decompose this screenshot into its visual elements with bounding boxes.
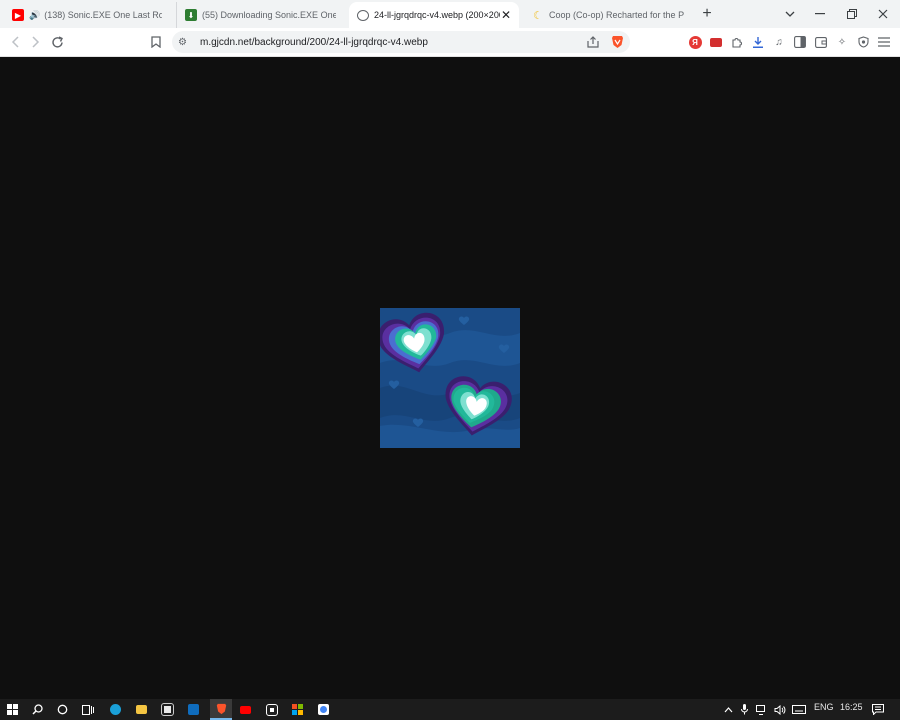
roblox-icon[interactable] <box>263 701 280 718</box>
microsoft-apps-icon[interactable] <box>289 701 306 718</box>
input-language[interactable]: ENG <box>814 702 834 712</box>
volume-icon[interactable] <box>771 701 788 718</box>
media-extension-icon[interactable] <box>709 35 723 49</box>
tab-strip: ▶ 🔊 (138) Sonic.EXE One Last Round | ⬇ (… <box>0 0 900 28</box>
brave-shields-icon[interactable] <box>608 33 626 51</box>
brave-taskbar-icon[interactable] <box>210 699 232 720</box>
tab-search-chevron-icon[interactable] <box>780 4 800 24</box>
browser-toolbar: ⚙ m.gjcdn.net/background/200/24-ll-jgrqd… <box>0 28 900 57</box>
tab-youtube-sonic[interactable]: ▶ 🔊 (138) Sonic.EXE One Last Round | <box>4 2 170 28</box>
store-icon[interactable] <box>159 701 176 718</box>
task-view-icon[interactable] <box>79 701 96 718</box>
bookmark-icon[interactable] <box>147 33 165 51</box>
youtube-icon: ▶ <box>12 9 24 21</box>
yandex-extension-icon[interactable]: Я <box>688 35 702 49</box>
close-tab-icon[interactable]: ✕ <box>501 8 511 22</box>
sidebar-icon[interactable] <box>793 35 807 49</box>
minimize-button[interactable] <box>810 4 830 24</box>
forward-button[interactable] <box>27 33 45 51</box>
leo-ai-icon[interactable]: ✧ <box>835 35 849 49</box>
gamebanana-icon: ⬇ <box>185 9 197 21</box>
youtube-taskbar-icon[interactable] <box>237 701 254 718</box>
globe-icon <box>357 9 369 21</box>
address-bar[interactable]: ⚙ m.gjcdn.net/background/200/24-ll-jgrqd… <box>172 31 630 53</box>
tab-active-webp[interactable]: 24-ll-jgrqdrqc-v4.webp (200×200 ✕ <box>349 2 519 28</box>
image-viewer <box>0 57 900 699</box>
keyboard-icon[interactable] <box>790 701 807 718</box>
restore-button[interactable] <box>842 4 862 24</box>
audio-playing-icon[interactable]: 🔊 <box>29 10 40 21</box>
edge-icon[interactable] <box>107 701 124 718</box>
search-icon[interactable] <box>29 701 46 718</box>
google-chrome-icon[interactable] <box>315 701 332 718</box>
webp-image <box>380 308 520 448</box>
share-icon[interactable] <box>584 33 602 51</box>
tab-title: 24-ll-jgrqdrqc-v4.webp (200×200 <box>374 10 500 20</box>
file-explorer-icon[interactable] <box>133 701 150 718</box>
show-hidden-icons-chevron-icon[interactable] <box>720 701 737 718</box>
tab-title: (138) Sonic.EXE One Last Round | <box>44 10 162 20</box>
music-note-icon[interactable]: ♫ <box>772 35 786 49</box>
notifications-icon[interactable] <box>869 701 886 718</box>
main-menu-icon[interactable] <box>877 35 891 49</box>
extensions-puzzle-icon[interactable] <box>730 35 744 49</box>
tab-coop-recharted[interactable]: ☾ Coop (Co-op) Recharted for the Psyc <box>524 2 692 28</box>
close-window-button[interactable] <box>873 4 893 24</box>
reload-button[interactable] <box>48 33 66 51</box>
network-icon[interactable] <box>753 701 770 718</box>
wallet-icon[interactable] <box>814 35 828 49</box>
downloads-icon[interactable] <box>751 35 765 49</box>
tab-title: (55) Downloading Sonic.EXE One Las <box>202 10 336 20</box>
outlook-icon[interactable] <box>185 701 202 718</box>
tab-gamebanana-download[interactable]: ⬇ (55) Downloading Sonic.EXE One Las <box>176 2 344 28</box>
banana-icon: ☾ <box>533 9 543 22</box>
back-button[interactable] <box>6 33 24 51</box>
clock[interactable]: 16:25 <box>840 702 863 712</box>
cortana-icon[interactable] <box>54 701 71 718</box>
tab-title: Coop (Co-op) Recharted for the Psyc <box>549 10 684 20</box>
site-settings-icon[interactable]: ⚙ <box>178 37 194 48</box>
new-tab-button[interactable]: + <box>698 5 716 23</box>
windows-taskbar: ENG 16:25 <box>0 699 900 720</box>
address-url: m.gjcdn.net/background/200/24-ll-jgrqdrq… <box>200 36 428 48</box>
windows-start-icon[interactable] <box>4 701 21 718</box>
microphone-icon[interactable] <box>736 701 753 718</box>
vpn-shield-icon[interactable] <box>856 35 870 49</box>
